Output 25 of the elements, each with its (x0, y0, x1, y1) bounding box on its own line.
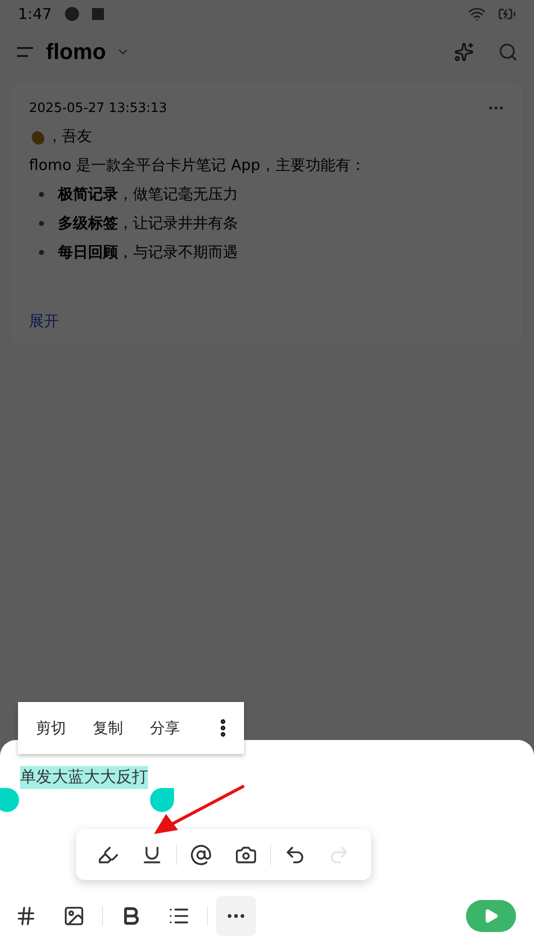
wifi-icon (468, 5, 486, 23)
greeting-text: ，吾友 (47, 127, 92, 146)
sparkles-icon[interactable] (454, 42, 474, 62)
memo-timestamp: 2025-05-27 13:53:13 (29, 100, 168, 116)
bullet-dot (39, 221, 44, 226)
selection-handle[interactable] (150, 788, 174, 812)
more-icon[interactable] (216, 896, 256, 936)
search-icon[interactable] (498, 42, 518, 62)
bullet-text: 每日回顾，与记录不期而遇 (58, 243, 238, 262)
send-button[interactable] (466, 900, 516, 932)
intro-text: flomo 是一款全平台卡片笔记 App，主要功能有： (29, 156, 366, 175)
menu-item[interactable]: 复制 (93, 718, 123, 738)
bullet-dot (39, 192, 44, 197)
bullet-dot (39, 250, 44, 255)
bullet-text: 多级标签，让记录井井有条 (58, 214, 238, 233)
status-app-icon (92, 8, 104, 20)
selection-handle[interactable] (0, 788, 19, 812)
status-app-icon (64, 6, 80, 22)
menu-item[interactable]: 剪切 (36, 718, 66, 738)
status-time: 1:47 (18, 5, 52, 23)
menu-item[interactable]: 分享 (150, 718, 180, 738)
play-icon (483, 908, 499, 924)
menu-icon[interactable] (16, 45, 36, 59)
selected-text[interactable]: 单发大蓝大大反打 (20, 766, 148, 789)
bullet-text: 极简记录，做笔记毫无压力 (58, 185, 238, 204)
